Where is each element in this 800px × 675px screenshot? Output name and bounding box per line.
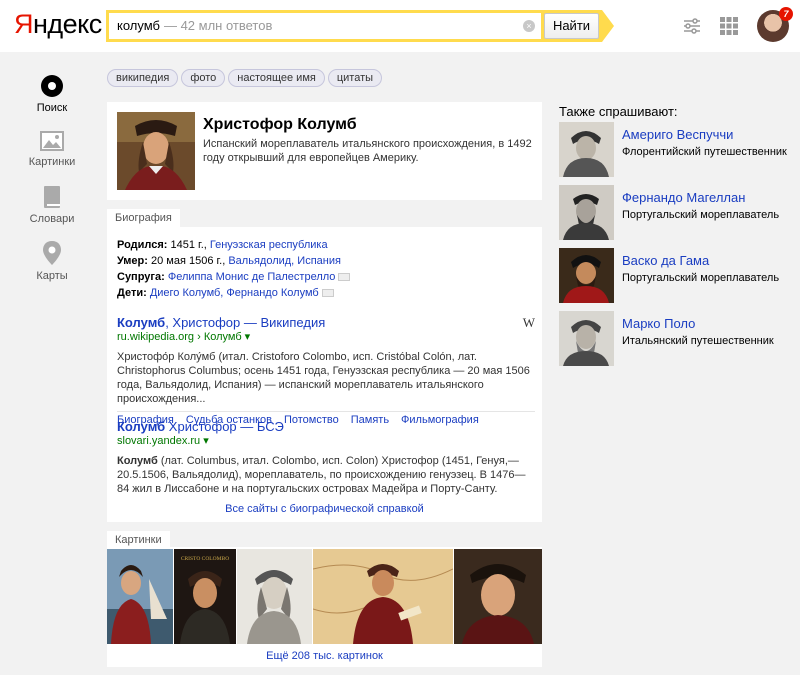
fact-children: Дети: Диего Колумб, Фернандо Колумб	[117, 285, 350, 301]
spouse-key: Супруга:	[117, 271, 165, 283]
result-title[interactable]: Колумб Христофор — БСЭ	[117, 419, 535, 434]
biography-card: Родился: 1451 г., Генуэзская республика …	[107, 227, 542, 522]
image-thumbnail[interactable]	[454, 549, 542, 644]
image-icon[interactable]	[338, 273, 351, 282]
person-thumbnail[interactable]	[559, 122, 614, 177]
more-images-link[interactable]: Ещё 208 тыс. картинок	[107, 650, 542, 662]
search-icon	[41, 75, 63, 97]
images-card: CRISTO COLOMBO Ещё 208 тыс. картинок	[107, 533, 542, 667]
all-sites-link-text[interactable]: Все сайты с биографической справкой	[225, 503, 424, 515]
tag-quotes[interactable]: цитаты	[327, 69, 383, 87]
logo-rest: ндекс	[33, 9, 102, 39]
person-thumbnail[interactable]	[559, 311, 614, 366]
born-value: 1451 г.,	[167, 239, 210, 251]
result-snippet: Христофо́р Колу́мб (итал. Cristoforo Col…	[117, 351, 530, 405]
search-input[interactable]: колумб — 42 млн ответов ×	[109, 13, 541, 39]
search-button[interactable]: Найти	[544, 13, 599, 39]
query-suggestions: википедия фото настоящее имя цитаты	[107, 69, 385, 87]
also-asked-item[interactable]: Америго Веспуччи Флорентийский путешеств…	[559, 122, 789, 177]
snippet-bold: Колумб	[117, 455, 158, 467]
fact-born: Родился: 1451 г., Генуэзская республика	[117, 237, 350, 253]
nav-search[interactable]: Поиск	[17, 74, 87, 114]
entity-card: Христофор Колумб Испанский мореплаватель…	[107, 102, 542, 200]
image-thumbnail[interactable]	[313, 549, 453, 644]
died-value: 20 мая 1506 г.,	[147, 255, 229, 267]
settings-icon[interactable]	[683, 17, 701, 35]
also-asked-title: Также спрашивают:	[559, 104, 678, 119]
also-asked-name[interactable]: Васко да Гама	[622, 253, 709, 268]
result-title-rest: Христофор — БСЭ	[165, 419, 284, 434]
result-title-bold: Колумб	[117, 419, 166, 434]
snippet-text: (лат. Columbus, итал. Colombo, исп. Colo…	[117, 455, 526, 495]
nav-images-label: Картинки	[28, 156, 76, 168]
search-result: Колумб Христофор — БСЭ slovari.yandex.ru…	[117, 419, 535, 496]
result-title-bold: Колумб	[117, 315, 166, 330]
result-url[interactable]: ru.wikipedia.org › Колумб ▾	[117, 330, 535, 343]
image-thumbnail[interactable]	[107, 549, 173, 644]
result-title[interactable]: Колумб, Христофор — Википедия	[117, 315, 535, 330]
tab-biography: Биография	[107, 209, 180, 227]
search-result: Колумб, Христофор — Википедия W ru.wikip…	[117, 315, 535, 426]
image-thumbnail[interactable]: CRISTO COLOMBO	[174, 549, 236, 644]
nav-dictionaries[interactable]: Словари	[17, 185, 87, 225]
result-url[interactable]: slovari.yandex.ru ▾	[117, 434, 535, 447]
map-pin-icon	[43, 241, 61, 265]
more-images-text[interactable]: Ещё 208 тыс. картинок	[266, 650, 383, 662]
children-link[interactable]: Диего Колумб, Фернандо Колумб	[150, 287, 319, 299]
search-hint: — 42 млн ответов	[163, 18, 273, 33]
divider	[117, 411, 535, 412]
fact-spouse: Супруга: Фелиппа Мониc де Палестрелло	[117, 269, 351, 285]
tag-real-name[interactable]: настоящее имя	[228, 69, 325, 87]
died-link[interactable]: Вальядолид, Испания	[228, 255, 341, 267]
image-thumbnail[interactable]	[237, 549, 312, 644]
search-arrow	[602, 10, 614, 42]
person-thumbnail[interactable]	[559, 248, 614, 303]
also-asked-desc: Португальский мореплаватель	[622, 272, 780, 284]
logo-first-letter: Я	[14, 9, 34, 39]
apps-grid-icon[interactable]	[720, 17, 738, 35]
yandex-logo[interactable]: Яндекс	[14, 9, 102, 40]
search-query: колумб	[117, 18, 160, 33]
result-title-rest: , Христофор — Википедия	[165, 315, 326, 330]
all-sites-link[interactable]: Все сайты с биографической справкой	[107, 503, 542, 515]
clear-icon[interactable]: ×	[523, 20, 535, 32]
also-asked-item[interactable]: Марко Поло Итальянский путешественник	[559, 311, 789, 366]
born-key: Родился:	[117, 239, 168, 251]
fact-died: Умер: 20 мая 1506 г., Вальядолид, Испани…	[117, 253, 350, 269]
entity-description: Испанский мореплаватель итальянского про…	[203, 138, 532, 164]
nav-search-label: Поиск	[36, 102, 68, 114]
header: Яндекс колумб — 42 млн ответов × Найти 7	[0, 0, 800, 52]
also-asked-name[interactable]: Марко Поло	[622, 316, 695, 331]
nav-images[interactable]: Картинки	[17, 130, 87, 168]
tag-photo[interactable]: фото	[181, 69, 226, 87]
also-asked-name[interactable]: Америго Веспуччи	[622, 127, 733, 142]
search-form: колумб — 42 млн ответов × Найти	[106, 10, 616, 42]
children-key: Дети:	[117, 287, 147, 299]
also-asked-item[interactable]: Фернандо Магеллан Португальский мореплав…	[559, 185, 789, 240]
columbus-portrait[interactable]	[117, 112, 195, 190]
born-link[interactable]: Генуэзская республика	[210, 239, 328, 251]
also-asked-desc: Португальский мореплаватель	[622, 209, 780, 221]
notifications-badge[interactable]: 7	[779, 7, 793, 21]
image-icon[interactable]	[321, 289, 334, 298]
result-snippet: Колумб (лат. Columbus, итал. Colombo, ис…	[117, 454, 535, 496]
also-asked-name[interactable]: Фернандо Магеллан	[622, 190, 745, 205]
spouse-link[interactable]: Фелиппа Мониc де Палестрелло	[168, 271, 336, 283]
also-asked-desc: Флорентийский путешественник	[622, 146, 787, 158]
nav-dictionaries-label: Словари	[29, 213, 75, 225]
wikipedia-icon: W	[522, 315, 535, 330]
images-icon	[40, 131, 64, 151]
entity-title: Христофор Колумб	[203, 116, 357, 133]
person-thumbnail[interactable]	[559, 185, 614, 240]
died-key: Умер:	[117, 255, 148, 267]
also-asked-desc: Итальянский путешественник	[622, 335, 774, 347]
nav-maps[interactable]: Карты	[17, 240, 87, 282]
nav-maps-label: Карты	[36, 270, 68, 282]
also-asked-item[interactable]: Васко да Гама Португальский мореплавател…	[559, 248, 789, 303]
dictionary-icon	[44, 186, 60, 208]
thumbnail-caption: CRISTO COLOMBO	[181, 556, 229, 562]
tag-wikipedia[interactable]: википедия	[107, 69, 179, 87]
facts-list: Родился: 1451 г., Генуэзская республика …	[117, 237, 351, 301]
